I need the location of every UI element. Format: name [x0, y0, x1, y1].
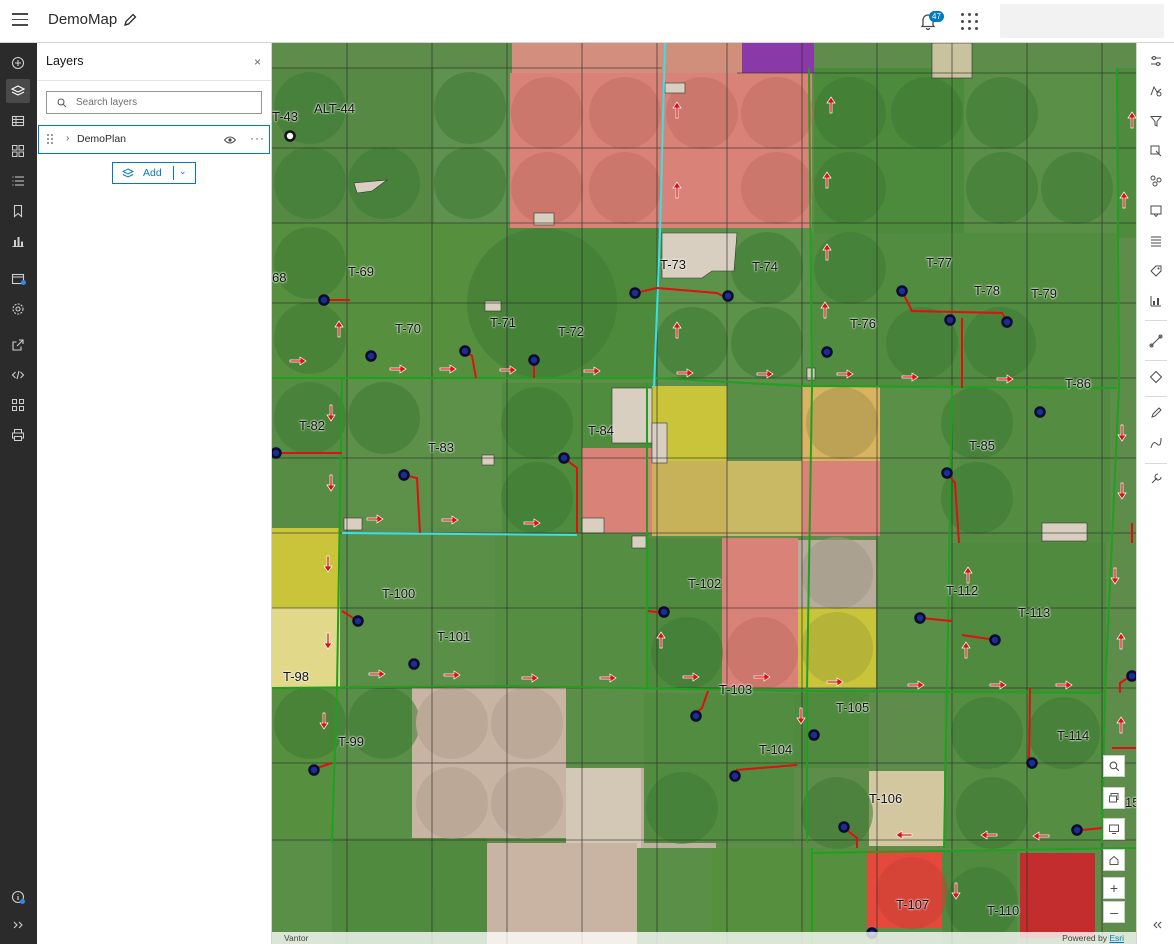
clustering-icon[interactable] [1149, 174, 1163, 188]
esri-link[interactable]: Esri [1109, 933, 1124, 943]
left-toolbar [0, 43, 37, 944]
info-status-dot [20, 899, 25, 904]
attribution-source: Vantor [284, 933, 309, 943]
sketch-icon[interactable] [1149, 436, 1163, 450]
map-attribution: Vantor Powered by Esri [272, 932, 1136, 944]
table-icon[interactable] [6, 109, 30, 133]
map-canvas[interactable] [272, 43, 1136, 944]
user-account-area[interactable] [1000, 4, 1164, 38]
settings-gear-icon[interactable] [6, 297, 30, 321]
layers-panel: Layers × Search layers › DemoPlan ··· Ad… [37, 43, 272, 944]
toolbar-divider [1145, 396, 1167, 397]
edit-icon[interactable] [1149, 406, 1163, 420]
layer-item-demoplan[interactable]: › DemoPlan ··· [38, 125, 270, 154]
top-bar: DemoMap 47 [0, 0, 1174, 43]
layer-list-toggle-button[interactable] [1103, 787, 1125, 809]
close-icon[interactable]: × [254, 55, 261, 69]
filter-icon[interactable] [1149, 114, 1163, 128]
app-templates-icon[interactable] [6, 393, 30, 417]
search-icon [57, 98, 67, 108]
chevron-right-icon[interactable]: › [66, 133, 69, 144]
home-button[interactable] [1103, 849, 1125, 871]
stacked-layers-icon [1109, 793, 1119, 803]
charts-icon[interactable] [6, 229, 30, 253]
add-button-label: Add [143, 167, 162, 179]
button-divider [173, 166, 174, 180]
app-title: DemoMap [48, 11, 118, 28]
directions-icon[interactable] [1149, 370, 1163, 384]
effects-icon[interactable] [1149, 144, 1163, 158]
notification-count-badge: 47 [929, 11, 944, 22]
legend-list-icon[interactable] [6, 169, 30, 193]
status-dot [21, 280, 26, 285]
zoom-out-button[interactable]: – [1103, 901, 1125, 923]
right-toolbar [1136, 43, 1174, 944]
fullscreen-button[interactable] [1103, 818, 1125, 840]
map-properties-icon[interactable] [6, 267, 30, 291]
app-launcher-icon[interactable] [961, 13, 979, 31]
layers-icon[interactable] [6, 79, 30, 103]
info-icon[interactable] [6, 885, 30, 909]
expand-toolbar-icon[interactable] [6, 913, 30, 937]
visibility-eye-icon[interactable] [224, 135, 236, 145]
search-layers-input[interactable]: Search layers [46, 91, 262, 114]
popups-icon[interactable] [1149, 204, 1163, 218]
labels-icon[interactable] [1149, 264, 1163, 278]
map-view[interactable]: T-43 ALT-44 T-69 68 T-70 T-71 T-72 T-73 … [272, 43, 1136, 944]
properties-sliders-icon[interactable] [1149, 54, 1163, 68]
home-icon [1109, 855, 1119, 865]
attribution-prefix: Powered by [1062, 933, 1110, 943]
collapse-toolbar-icon[interactable] [1149, 918, 1163, 932]
monitor-icon [1109, 824, 1119, 834]
measurement-icon[interactable] [1149, 334, 1163, 348]
analysis-icon[interactable] [1149, 294, 1163, 308]
layer-name: DemoPlan [77, 133, 127, 145]
layers-add-icon [122, 168, 134, 178]
search-placeholder: Search layers [76, 97, 138, 108]
configure-wrench-icon[interactable] [1149, 472, 1163, 486]
embed-code-icon[interactable] [6, 363, 30, 387]
chevron-down-icon[interactable]: ⌄ [179, 166, 187, 177]
more-options-icon[interactable]: ··· [250, 131, 265, 145]
search-icon [1109, 761, 1119, 771]
drag-handle-icon[interactable] [47, 134, 53, 146]
basemap-gallery-icon[interactable] [6, 139, 30, 163]
attribution-powered-by: Powered by Esri [1062, 933, 1124, 943]
layers-panel-title: Layers [46, 54, 84, 68]
styles-icon[interactable] [1149, 84, 1163, 98]
add-layer-icon[interactable] [6, 51, 30, 75]
map-search-button[interactable] [1103, 755, 1125, 777]
toolbar-divider [1145, 320, 1167, 321]
fields-icon[interactable] [1149, 234, 1163, 248]
add-layer-button[interactable]: Add ⌄ [112, 162, 196, 184]
layers-panel-header: Layers × [37, 43, 271, 81]
menu-icon[interactable] [12, 13, 28, 27]
edit-pencil-icon[interactable] [122, 12, 138, 28]
toolbar-divider [1145, 360, 1167, 361]
zoom-in-button[interactable]: + [1103, 877, 1125, 899]
toolbar-divider [1145, 463, 1167, 464]
share-icon[interactable] [6, 333, 30, 357]
bookmarks-icon[interactable] [6, 199, 30, 223]
print-icon[interactable] [6, 423, 30, 447]
